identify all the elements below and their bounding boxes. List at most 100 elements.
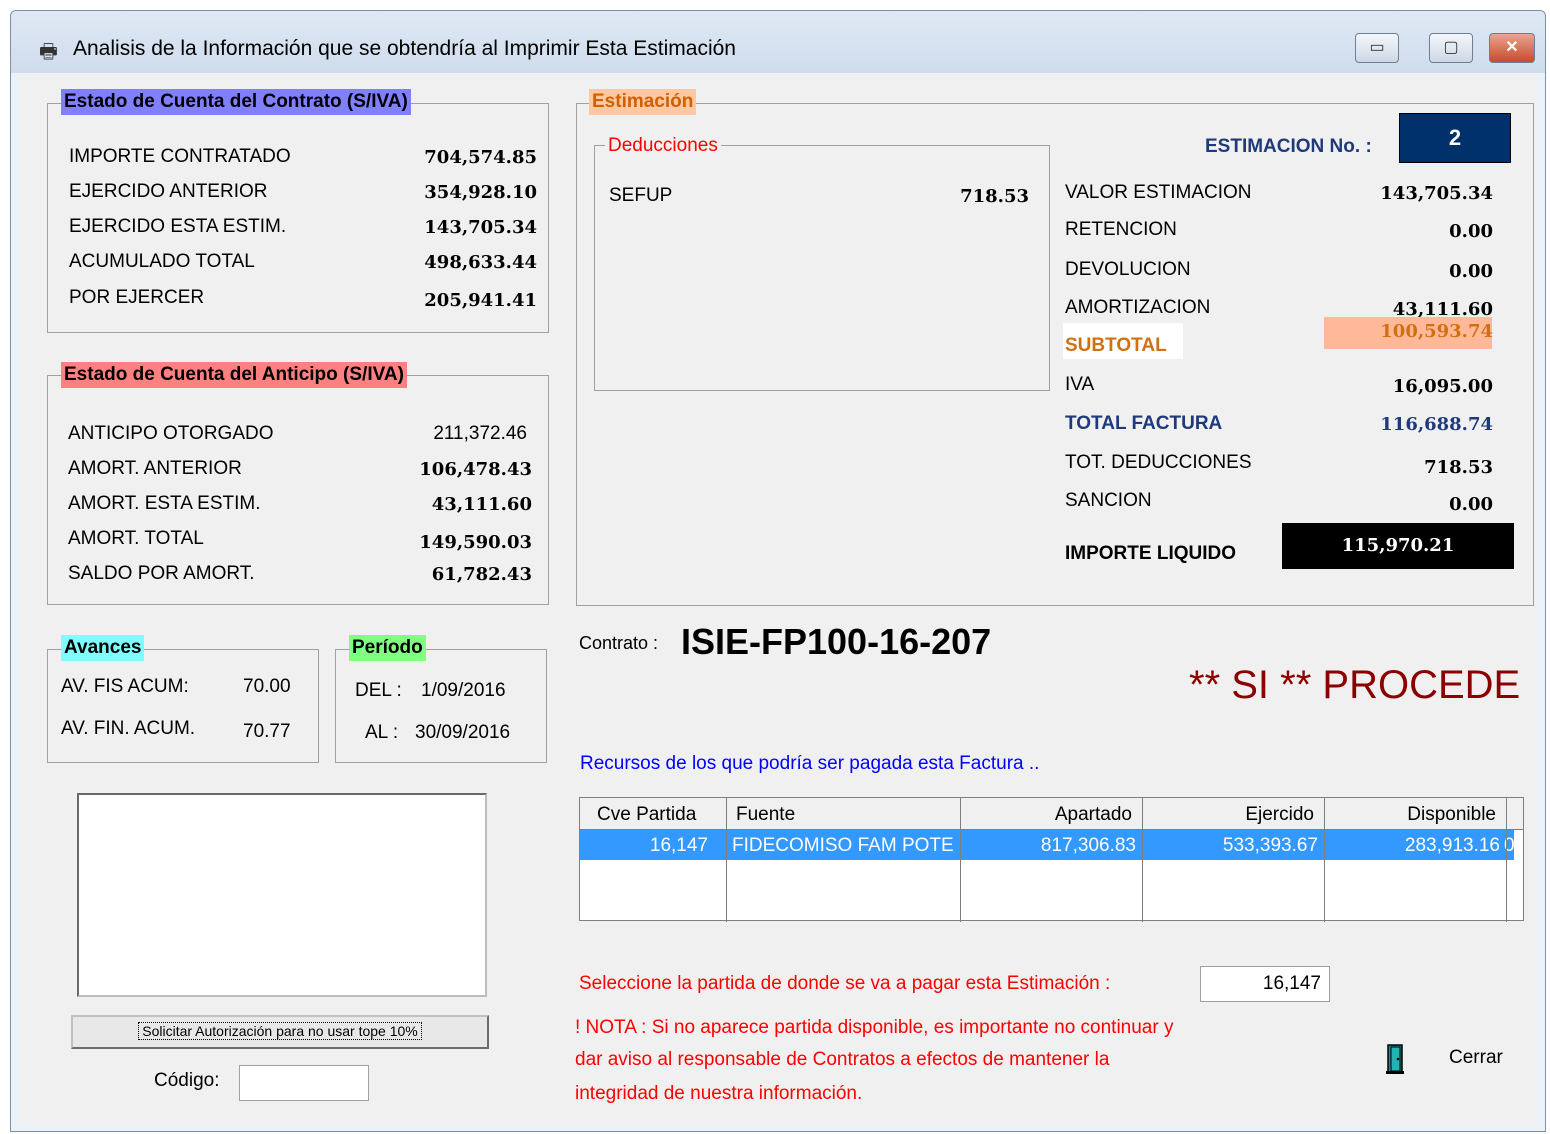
av-fin-acum-label: AV. FIN. ACUM. (61, 718, 196, 739)
subtotal-value: 100,593.74 (1380, 321, 1493, 342)
amort-esta-estim-value: 43,111.60 (431, 494, 532, 515)
av-fis-acum-label: AV. FIS ACUM: (61, 676, 189, 697)
ejercido-esta-estim-label: EJERCIDO ESTA ESTIM. (69, 216, 287, 237)
col-divider (1324, 798, 1325, 922)
acumulado-total-label: ACUMULADO TOTAL (69, 251, 255, 272)
deduccion-label: SEFUP (609, 185, 673, 206)
amort-esta-estim-label: AMORT. ESTA ESTIM. (68, 493, 261, 514)
row-apartado: 817,306.83 (1040, 835, 1136, 856)
ejercido-anterior-label: EJERCIDO ANTERIOR (69, 181, 268, 202)
iva-value: 16,095.00 (1392, 376, 1493, 397)
importe-contratado-value: 704,574.85 (424, 147, 537, 168)
minimize-button[interactable]: ▭ (1355, 33, 1399, 63)
estimacion-panel-legend: Estimación (589, 89, 697, 115)
deducciones-panel-legend: Deducciones (605, 133, 721, 159)
partida-input[interactable] (1200, 966, 1330, 1002)
tot-deducciones-value: 718.53 (1424, 457, 1493, 478)
avances-panel-legend: Avances (61, 635, 145, 661)
nota-line1: ! NOTA : Si no aparece partida disponibl… (575, 1017, 1174, 1038)
anticipo-otorgado-value: 211,372.46 (433, 423, 527, 444)
amort-total-label: AMORT. TOTAL (68, 528, 204, 549)
nota-line2: dar aviso al responsable de Contratos a … (575, 1049, 1110, 1070)
maximize-button[interactable]: ▢ (1429, 33, 1473, 63)
col-divider (726, 798, 727, 922)
col-header-ejercido[interactable]: Ejercido (1142, 804, 1314, 826)
ejercido-esta-estim-value: 143,705.34 (424, 217, 537, 238)
retencion-label: RETENCION (1065, 219, 1177, 240)
sancion-label: SANCION (1065, 490, 1152, 511)
total-factura-label: TOTAL FACTURA (1065, 413, 1223, 434)
procede-status: ** SI ** PROCEDE (1189, 663, 1521, 707)
deduccion-value: 718.53 (960, 186, 1029, 207)
codigo-input[interactable] (239, 1065, 369, 1101)
estimacion-numero-label: ESTIMACION No. : (1205, 136, 1372, 157)
col-header-apartado[interactable]: Apartado (960, 804, 1132, 826)
codigo-label: Código: (154, 1070, 220, 1091)
amort-total-value: 149,590.03 (419, 532, 532, 553)
importe-contratado-label: IMPORTE CONTRATADO (69, 146, 291, 167)
por-ejercer-value: 205,941.41 (424, 290, 537, 311)
periodo-panel-legend: Período (349, 635, 426, 661)
amort-anterior-value: 106,478.43 (419, 459, 532, 480)
periodo-al-label: AL : (365, 722, 399, 743)
maximize-icon: ▢ (1443, 39, 1459, 56)
avances-panel (47, 649, 319, 763)
autorizacion-list[interactable] (77, 793, 487, 997)
cerrar-button[interactable]: Cerrar (1381, 1037, 1521, 1081)
minimize-icon: ▭ (1369, 39, 1385, 56)
close-button[interactable]: ✕ (1489, 33, 1535, 63)
importe-liquido-value: 115,970.21 (1282, 523, 1514, 569)
row-cve: 16,147 (649, 835, 708, 856)
recursos-caption: Recursos de los que podría ser pagada es… (580, 753, 1040, 774)
deducciones-panel (594, 145, 1050, 391)
row-ejercido: 533,393.67 (1222, 835, 1318, 856)
window-title: Analisis de la Información que se obtend… (73, 37, 736, 60)
tot-deducciones-label: TOT. DEDUCCIONES (1065, 452, 1252, 473)
col-header-cve[interactable]: Cve Partida (597, 804, 696, 826)
importe-liquido-label: IMPORTE LIQUIDO (1065, 543, 1236, 564)
solicitar-autorizacion-label: Solicitar Autorización para no usar tope… (138, 1022, 422, 1040)
title-bar[interactable]: 🖶 Analisis de la Información que se obte… (11, 11, 1545, 73)
col-divider (1142, 798, 1143, 922)
anticipo-panel-legend: Estado de Cuenta del Anticipo (S/IVA) (61, 362, 407, 388)
periodo-al-value: 30/09/2016 (415, 722, 511, 743)
nota-line3: integridad de nuestra información. (575, 1083, 863, 1104)
total-factura-value: 116,688.74 (1380, 414, 1493, 435)
amort-anterior-label: AMORT. ANTERIOR (68, 458, 242, 479)
valor-estimacion-value: 143,705.34 (1380, 183, 1493, 204)
solicitar-autorizacion-button[interactable]: Solicitar Autorización para no usar tope… (71, 1015, 489, 1049)
col-header-fuente[interactable]: Fuente (736, 804, 795, 826)
acumulado-total-value: 498,633.44 (424, 252, 537, 273)
close-icon: ✕ (1505, 39, 1519, 56)
saldo-por-amort-value: 61,782.43 (431, 564, 532, 585)
valor-estimacion-label: VALOR ESTIMACION (1065, 182, 1252, 203)
dialog-window: 🖶 Analisis de la Información que se obte… (10, 10, 1546, 1132)
col-divider (1506, 798, 1507, 922)
estimacion-numero-value: 2 (1399, 113, 1511, 163)
door-exit-icon (1385, 1043, 1405, 1075)
recursos-table[interactable]: Cve Partida Fuente Apartado Ejercido Dis… (579, 797, 1524, 922)
retencion-value: 0.00 (1449, 221, 1493, 242)
row-disponible: 283,913.16 (1404, 835, 1500, 856)
cerrar-label: Cerrar (1449, 1047, 1503, 1068)
contrato-value: ISIE-FP100-16-207 (681, 621, 992, 662)
row-fuente: FIDECOMISO FAM POTE (732, 835, 954, 856)
col-header-disponible[interactable]: Disponible (1324, 804, 1496, 826)
devolucion-label: DEVOLUCION (1065, 259, 1191, 280)
av-fin-acum-value: 70.77 (243, 721, 291, 742)
anticipo-otorgado-label: ANTICIPO OTORGADO (68, 423, 274, 444)
periodo-panel (335, 649, 547, 763)
por-ejercer-label: POR EJERCER (69, 287, 205, 308)
contrato-panel-legend: Estado de Cuenta del Contrato (S/IVA) (61, 89, 411, 115)
devolucion-value: 0.00 (1449, 261, 1493, 282)
col-divider (960, 798, 961, 922)
periodo-del-value: 1/09/2016 (421, 680, 506, 701)
saldo-por-amort-label: SALDO POR AMORT. (68, 563, 255, 584)
amortizacion-label: AMORTIZACION (1065, 297, 1211, 318)
av-fis-acum-value: 70.00 (243, 676, 291, 697)
contrato-label: Contrato : (579, 633, 659, 653)
sancion-value: 0.00 (1449, 494, 1493, 515)
printer-icon: 🖶 (39, 41, 58, 63)
seleccion-label: Seleccione la partida de donde se va a p… (579, 973, 1111, 994)
ejercido-anterior-value: 354,928.10 (424, 182, 537, 203)
